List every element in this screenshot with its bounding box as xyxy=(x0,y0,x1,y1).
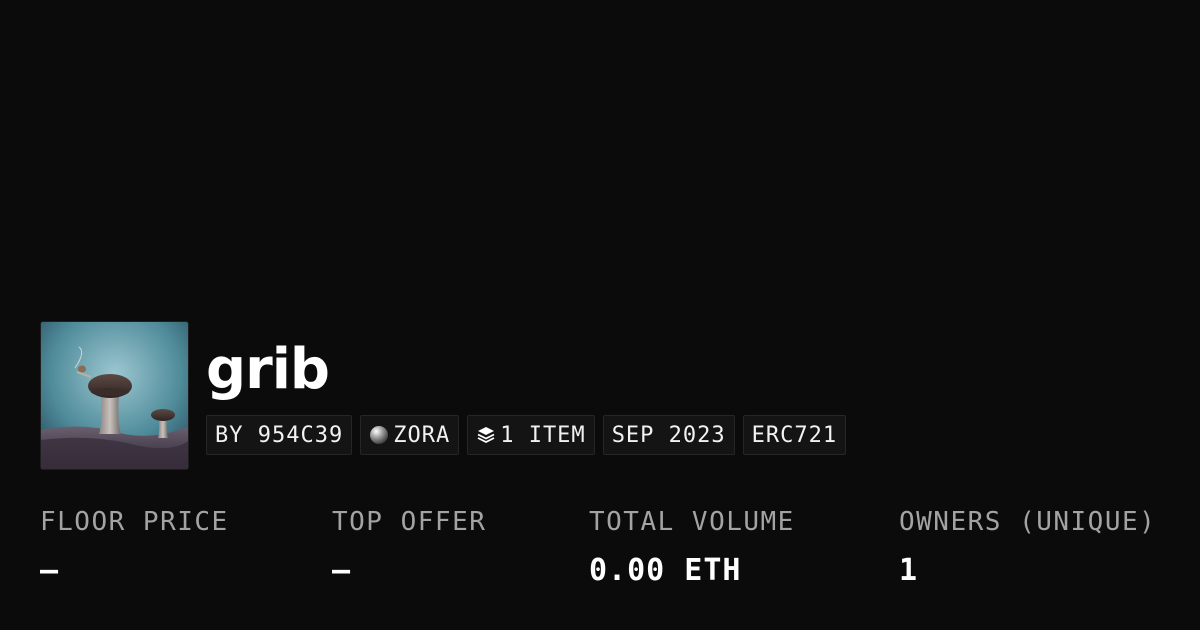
floor-price-label: FLOOR PRICE xyxy=(40,507,229,537)
creator-label: BY 954C39 xyxy=(215,422,344,448)
layers-icon xyxy=(476,425,496,445)
top-offer-stat: TOP OFFER – xyxy=(332,505,486,588)
top-offer-label: TOP OFFER xyxy=(332,507,487,537)
owners-value: 1 xyxy=(899,553,919,588)
collection-tags: BY 954C39 ZORA 1 ITEM SEP 2023 ERC721 xyxy=(206,415,847,455)
date-tag: SEP 2023 xyxy=(602,415,735,455)
total-volume-stat: TOTAL VOLUME 0.00 ETH xyxy=(589,505,795,588)
date-label: SEP 2023 xyxy=(611,422,726,448)
floor-price-stat: FLOOR PRICE – xyxy=(40,505,229,588)
item-count-tag[interactable]: 1 ITEM xyxy=(467,415,595,455)
standard-tag: ERC721 xyxy=(742,415,847,455)
collection-avatar[interactable] xyxy=(40,321,189,470)
owners-stat: OWNERS (UNIQUE) 1 xyxy=(899,505,1156,588)
zora-orb-icon xyxy=(369,425,389,445)
chain-tag[interactable]: ZORA xyxy=(360,415,460,455)
creator-tag[interactable]: BY 954C39 xyxy=(206,415,353,455)
top-offer-value: – xyxy=(332,553,352,588)
collection-card: grib BY 954C39 ZORA 1 ITEM SEP 2023 ERC7… xyxy=(0,0,1200,630)
collection-stats: FLOOR PRICE – TOP OFFER – TOTAL VOLUME 0… xyxy=(0,505,1200,605)
collection-title: grib xyxy=(206,337,330,402)
item-count-label: 1 ITEM xyxy=(500,422,586,448)
total-volume-label: TOTAL VOLUME xyxy=(589,507,795,537)
mushroom-artwork-image xyxy=(41,322,188,469)
total-volume-value: 0.00 ETH xyxy=(589,553,742,588)
floor-price-value: – xyxy=(40,553,60,588)
standard-label: ERC721 xyxy=(751,422,838,448)
chain-label: ZORA xyxy=(393,422,451,448)
owners-label: OWNERS (UNIQUE) xyxy=(899,507,1157,537)
